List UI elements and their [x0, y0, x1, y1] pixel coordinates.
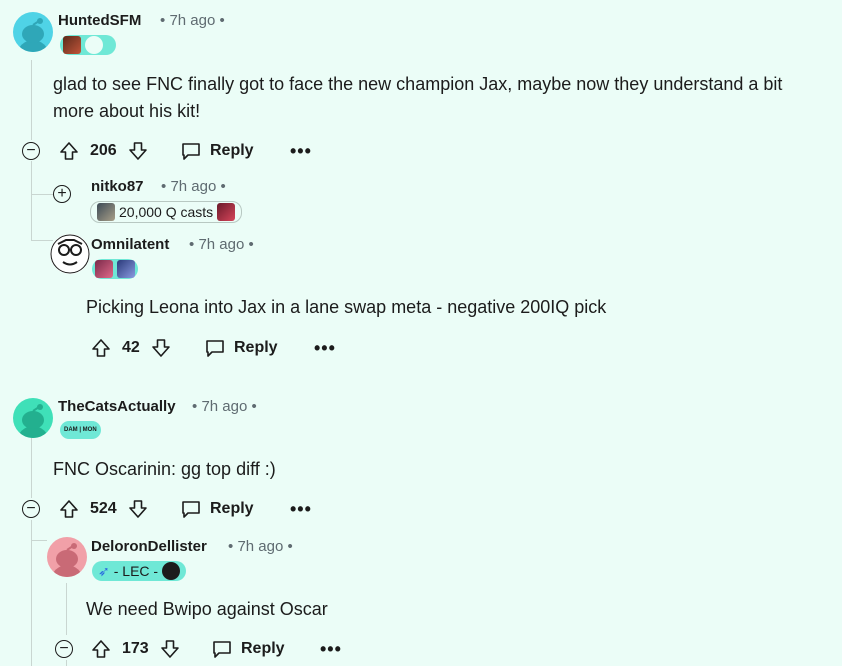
comment-timestamp: • 7h ago • [161, 178, 226, 195]
collapse-thread-button[interactable]: − [22, 500, 40, 518]
flair-champion-icon [217, 203, 236, 221]
comment-username[interactable]: Omnilatent [91, 236, 169, 253]
vote-count: 173 [122, 640, 149, 657]
thread-line [31, 520, 32, 666]
downvote-icon[interactable] [159, 638, 181, 660]
reply-button[interactable]: Reply [180, 141, 254, 161]
vote-count: 524 [90, 500, 117, 517]
thread-connector [31, 240, 53, 241]
comment-username[interactable]: TheCatsActually [58, 398, 176, 415]
comment-username[interactable]: nitko87 [91, 178, 144, 195]
downvote-icon[interactable] [127, 140, 149, 162]
comment-timestamp: • 7h ago • [189, 236, 254, 253]
reply-button[interactable]: Reply [204, 338, 278, 358]
vote-bar: 524 [58, 498, 149, 520]
avatar[interactable] [13, 398, 53, 438]
thread-line [31, 60, 32, 140]
reply-icon [182, 143, 200, 160]
upvote-icon[interactable] [58, 498, 80, 520]
thread-line [31, 218, 32, 240]
avatar[interactable] [13, 12, 53, 52]
vote-bar: 173 [90, 638, 181, 660]
flair-champion-icon [63, 36, 81, 54]
downvote-icon[interactable] [150, 337, 172, 359]
reply-icon [213, 641, 231, 658]
flair-champion-icon [97, 203, 115, 221]
flair-dragon-icon: ➶ [98, 562, 110, 579]
user-flair [60, 35, 116, 55]
collapse-thread-button[interactable]: − [55, 640, 73, 658]
comment-username[interactable]: HuntedSFM [58, 12, 141, 29]
vote-bar: 206 [58, 140, 149, 162]
thread-connector [31, 540, 47, 541]
upvote-icon[interactable] [90, 638, 112, 660]
comment-body: glad to see FNC finally got to face the … [53, 74, 783, 121]
flair-team-logo-icon [162, 562, 181, 580]
comment-body: FNC Oscarinin: gg top diff :) [53, 459, 276, 479]
comment-timestamp: • 7h ago • [192, 398, 257, 415]
thread-line [31, 161, 32, 218]
collapse-thread-button[interactable]: − [22, 142, 40, 160]
downvote-icon[interactable] [127, 498, 149, 520]
flair-emote-icon [85, 36, 103, 54]
vote-count: 206 [90, 142, 117, 159]
comment-timestamp: • 7h ago • [160, 12, 225, 29]
thread-line [66, 583, 67, 635]
user-flair: ➶ - LEC - [92, 561, 187, 581]
more-options-button[interactable]: ••• [320, 639, 342, 660]
comment-body: We need Bwipo against Oscar [86, 599, 328, 619]
vote-count: 42 [122, 339, 140, 356]
user-flair: 20,000 Q casts [90, 201, 243, 223]
avatar[interactable] [50, 234, 90, 274]
flair-champion-icon [117, 260, 135, 278]
user-flair [92, 259, 138, 279]
expand-thread-button[interactable]: + [53, 185, 71, 203]
comment-timestamp: • 7h ago • [228, 538, 293, 555]
avatar[interactable] [47, 537, 87, 577]
thread-connector [31, 194, 53, 195]
reply-icon [206, 340, 224, 357]
thread-line [31, 435, 32, 498]
more-options-button[interactable]: ••• [290, 141, 312, 162]
flair-champion-icon [95, 260, 113, 278]
more-options-button[interactable]: ••• [290, 499, 312, 520]
thread-line [66, 660, 67, 666]
upvote-icon[interactable] [90, 337, 112, 359]
upvote-icon[interactable] [58, 140, 80, 162]
user-flair: DAM | MON [60, 421, 101, 439]
more-options-button[interactable]: ••• [314, 338, 336, 359]
reply-button[interactable]: Reply [180, 499, 254, 519]
vote-bar: 42 [90, 337, 172, 359]
comment-username[interactable]: DeloronDellister [91, 538, 207, 555]
comment-body: Picking Leona into Jax in a lane swap me… [86, 297, 607, 317]
reply-icon [182, 501, 200, 518]
reply-button[interactable]: Reply [211, 639, 285, 659]
